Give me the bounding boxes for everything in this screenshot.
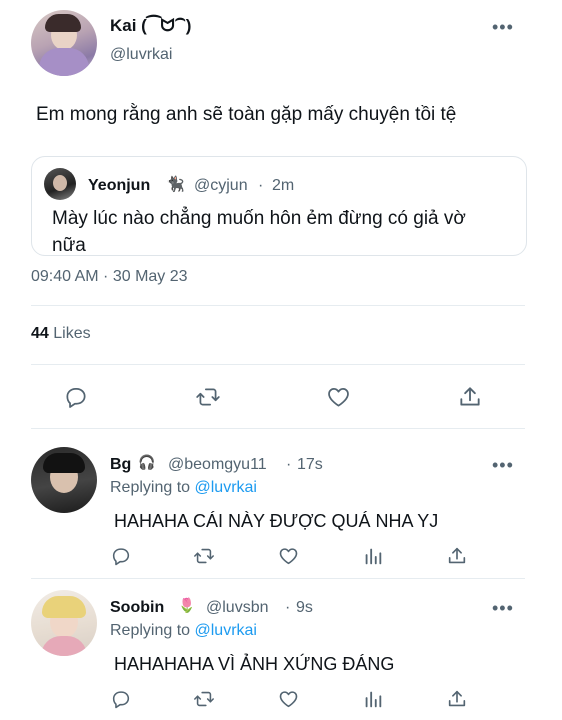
share-icon[interactable] [446, 688, 468, 710]
avatar-kai[interactable] [31, 10, 97, 76]
share-icon[interactable] [446, 545, 468, 567]
reply-time: 17s [297, 456, 323, 473]
analytics-icon[interactable] [362, 545, 384, 567]
reply-display-name[interactable]: Soobin [110, 599, 164, 617]
reply-separator: · [285, 599, 291, 616]
analytics-icon[interactable] [362, 688, 384, 710]
replying-to: Replying to @luvrkai [110, 622, 257, 640]
like-icon[interactable] [325, 384, 352, 410]
likes-count: 44 [31, 325, 49, 342]
headphone-emoji: 🎧 [138, 454, 156, 470]
main-tweet-text: Em mong rằng anh sẽ toàn gặp mấy chuyện … [36, 104, 457, 125]
reply-handle[interactable]: @beomgyu11 [168, 456, 267, 474]
quote-time: 2m [272, 177, 295, 194]
quote-display-name: Yeonjun [88, 177, 151, 194]
reply-icon[interactable] [110, 688, 132, 710]
quote-text: Mày lúc nào chẳng muốn hôn ẻm đừng có gi… [52, 208, 466, 256]
replying-prefix: Replying to [110, 622, 191, 639]
more-icon[interactable]: ••• [492, 456, 514, 474]
replying-to-link[interactable]: @luvrkai [195, 479, 257, 496]
share-icon[interactable] [457, 384, 483, 410]
divider [31, 578, 525, 579]
like-icon[interactable] [277, 545, 300, 567]
tulip-emoji: 🌷 [178, 597, 196, 613]
reply-text: HAHAHA CÁI NÀY ĐƯỢC QUÁ NHA YJ [114, 511, 439, 531]
like-icon[interactable] [277, 688, 300, 710]
replying-prefix: Replying to [110, 479, 191, 496]
quote-separator: · [258, 177, 264, 194]
retweet-icon[interactable] [194, 384, 222, 410]
divider [31, 428, 525, 429]
cat-emoji: 🐈‍⬛ [166, 176, 185, 193]
retweet-icon[interactable] [192, 688, 216, 710]
reply-icon[interactable] [63, 384, 89, 410]
quote-handle: @cyjun [194, 177, 248, 194]
avatar-bg[interactable] [31, 447, 97, 513]
replying-to: Replying to @luvrkai [110, 479, 257, 497]
reply-handle[interactable]: @luvsbn [206, 599, 269, 617]
main-handle[interactable]: @luvrkai [110, 46, 172, 64]
reply-icon[interactable] [110, 545, 132, 567]
main-display-name[interactable]: Kai (⁀ᗢ⁀) [110, 16, 191, 36]
avatar-soobin[interactable] [31, 590, 97, 656]
reply-display-name[interactable]: Bg [110, 456, 131, 474]
reply-text: HAHAHAHA VÌ ẢNH XỨNG ĐÁNG [114, 654, 395, 674]
likes-label: Likes [53, 325, 91, 342]
divider [31, 305, 525, 306]
more-icon[interactable]: ••• [492, 599, 514, 617]
reply-time: 9s [296, 599, 313, 616]
divider [31, 364, 525, 365]
tweet-timestamp[interactable]: 09:40 AM · 30 May 23 [31, 268, 188, 286]
more-icon[interactable]: ••• [492, 18, 514, 36]
retweet-icon[interactable] [192, 545, 216, 567]
avatar-yeonjun [44, 168, 76, 200]
reply-separator: · [286, 456, 292, 473]
quote-card[interactable]: Yeonjun 🐈‍⬛ @cyjun · 2m Mày lúc nào chẳn… [31, 156, 527, 256]
replying-to-link[interactable]: @luvrkai [195, 622, 257, 639]
likes-stat[interactable]: 44 Likes [31, 325, 91, 343]
